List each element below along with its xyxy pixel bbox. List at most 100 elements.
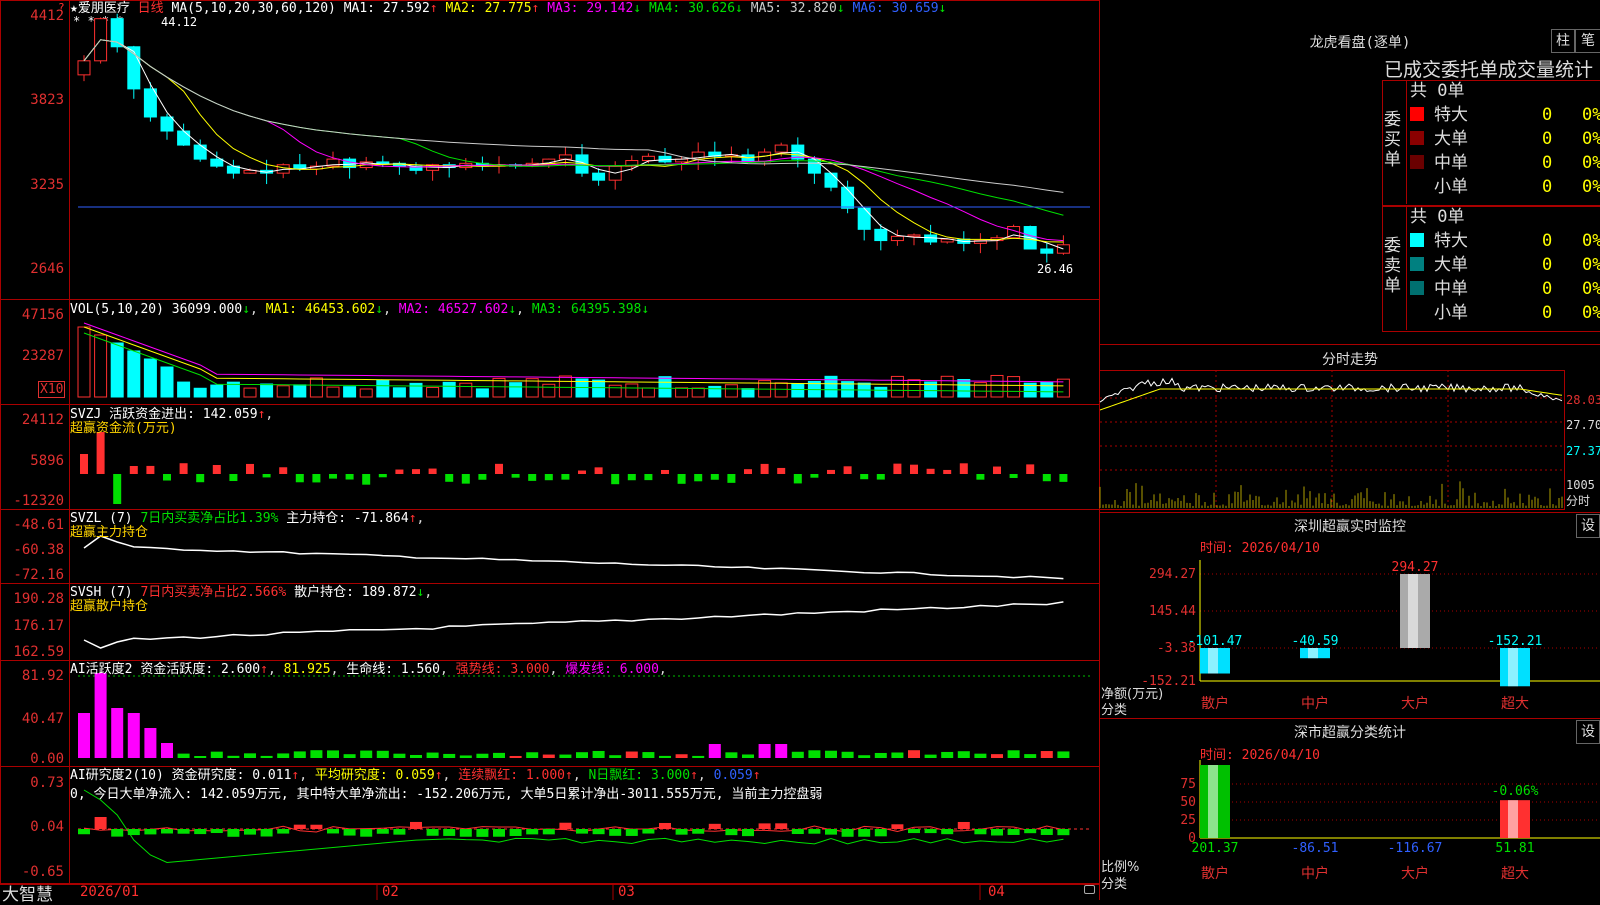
svzl-y-label: -48.61 [13, 517, 64, 533]
row-count: 0 [1542, 105, 1553, 125]
svzj-name: SVZJ [70, 407, 102, 422]
research-bar [825, 829, 837, 835]
svsh-ratio: 7日内买卖净占比2.566% [140, 585, 287, 600]
research-bar [908, 829, 920, 834]
activity-bar [675, 754, 688, 758]
activity-bar [476, 753, 489, 758]
bar-highlight [1208, 765, 1218, 838]
research-bar [343, 829, 356, 836]
candle [210, 158, 224, 167]
research-bar [858, 829, 871, 837]
svsh-y-label: 162.59 [13, 644, 64, 660]
ai2-y-label: 0.04 [30, 819, 64, 835]
candle [558, 154, 572, 160]
candle [1040, 248, 1054, 254]
volume-bar [326, 386, 340, 398]
fund-flow-bar [478, 474, 487, 480]
research-bar [974, 829, 987, 835]
volume-bar [509, 382, 523, 398]
candle [592, 172, 606, 181]
activity-bar [957, 751, 970, 758]
tab-tick-view[interactable]: 笔 [1575, 29, 1600, 53]
top-percent-label: -0.06% [1492, 784, 1539, 799]
row-label: 中单 [1434, 279, 1468, 299]
volume-bar [392, 387, 406, 398]
x-axis-label: 04 [988, 884, 1005, 900]
volume-bar [625, 383, 639, 398]
svzl-header: SVZL (7) 7日内买卖净占比1.39% 主力持仓: -71.864↑, [70, 511, 425, 526]
row-label: 大单 [1434, 129, 1468, 149]
fund-flow-bar [1042, 474, 1051, 482]
lhb-row: 小单 0 0% [1410, 303, 1600, 323]
fund-flow-bar [461, 474, 470, 484]
row-label: 小单 [1434, 177, 1468, 197]
research-bar [991, 829, 1003, 836]
candle [907, 234, 921, 237]
row-percent: 0% [1582, 153, 1600, 173]
volume-bar [675, 387, 689, 398]
fund-flow-bar [644, 474, 653, 481]
research-bar [542, 829, 555, 835]
row-percent: 0% [1582, 303, 1600, 323]
avg-price-line [1099, 388, 1563, 411]
volume-bar [1007, 376, 1021, 398]
y-tick-label: 145.44 [1149, 604, 1196, 619]
research-bar [227, 829, 240, 837]
svsh-y-label: 190.28 [13, 591, 64, 607]
research-bar [891, 824, 904, 829]
research-bar [293, 824, 306, 829]
fund-flow-bar [163, 474, 171, 481]
bar-highlight [1208, 648, 1218, 674]
activity-bar [742, 754, 754, 758]
fund-flow-bar [744, 469, 752, 474]
sz1-settings-button[interactable]: 设 [1576, 514, 1600, 538]
volume-bar [127, 350, 141, 398]
volume-bar [177, 381, 191, 398]
ai1-y-label: 0.00 [30, 751, 64, 767]
candle [874, 228, 888, 242]
category-label: 散户 [1201, 695, 1229, 712]
lhb-sell-side-label: 委卖单 [1384, 236, 1401, 296]
candle [193, 144, 207, 160]
research-bar [327, 829, 339, 834]
activity-bar [1057, 751, 1070, 758]
sz2-settings-button[interactable]: 设 [1576, 720, 1600, 744]
tab-bar-view[interactable]: 柱 [1551, 29, 1575, 53]
fund-flow-bar [445, 474, 454, 482]
research-bar [609, 829, 622, 836]
lock-icon[interactable] [1084, 885, 1095, 894]
research-bar [1057, 829, 1070, 836]
vol-header: VOL(5,10,20) 36099.000↓, MA1: 46453.602↓… [70, 302, 650, 317]
legend-swatch [1410, 233, 1424, 247]
lhb-row: 大单 0 0% [1410, 129, 1600, 149]
volume-bar [77, 326, 91, 398]
fund-flow-bar [129, 466, 138, 474]
volume-bar [658, 376, 672, 398]
x-axis-label: 02 [382, 884, 399, 900]
fund-flow-bar [412, 469, 420, 474]
candle [376, 161, 390, 164]
activity-bar [758, 744, 771, 758]
fund-flow-bar [561, 474, 570, 480]
fund-flow-bar [893, 463, 902, 474]
volume-bar [293, 384, 307, 398]
research-bar [210, 829, 223, 834]
research-bar [775, 823, 788, 829]
bar-highlight [1508, 648, 1518, 687]
category-label: 超大 [1501, 696, 1529, 712]
fund-flow-bar [578, 470, 586, 474]
sz1-title: 深圳超赢实时监控 [1294, 519, 1406, 535]
vol-name: VOL(5,10,20) [70, 302, 164, 317]
activity-bar [659, 755, 671, 758]
research-bar [260, 829, 273, 837]
fund-flow-bar [611, 474, 620, 485]
svzj-y-label: 5896 [30, 453, 64, 469]
ai2-name: AI研究度2(10) [70, 768, 164, 783]
x-axis-label: 2026/01 [80, 884, 140, 900]
activity-bar [841, 751, 854, 758]
volume-bar [475, 388, 489, 398]
ai2-value3: 0.059 [713, 768, 753, 783]
category-label: 中户 [1301, 865, 1329, 882]
ai1-value2: 81.925 [283, 662, 331, 677]
activity-bar [642, 752, 655, 758]
